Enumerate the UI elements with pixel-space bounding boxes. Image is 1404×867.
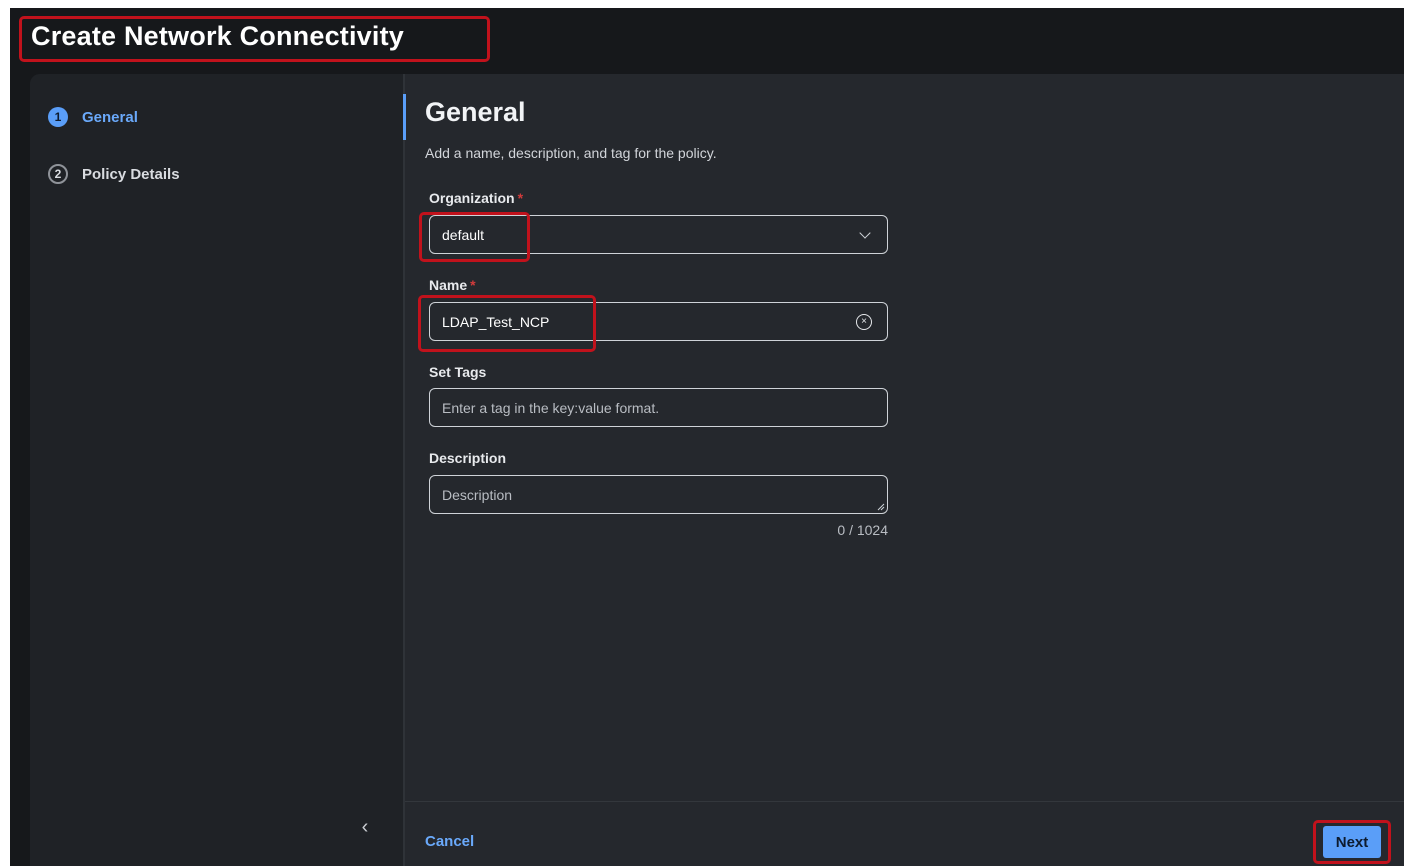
organization-select[interactable]: default — [429, 215, 888, 254]
section-subtitle: Add a name, description, and tag for the… — [425, 145, 717, 161]
step-label: General — [82, 108, 138, 126]
next-button[interactable]: Next — [1323, 826, 1381, 858]
description-label: Description — [429, 450, 507, 466]
organization-label-text: Organization — [429, 190, 515, 206]
character-counter: 0 / 1024 — [837, 522, 888, 538]
step-content: General Add a name, description, and tag… — [403, 74, 1404, 866]
step-policy-details[interactable]: 2 Policy Details — [48, 164, 180, 184]
name-label-text: Name — [429, 277, 468, 293]
organization-value: default — [442, 226, 485, 243]
page-title: Create Network Connectivity — [31, 21, 404, 51]
required-mark: * — [517, 190, 524, 206]
chevron-left-icon[interactable]: ‹ — [354, 816, 376, 838]
name-value: LDAP_Test_NCP — [442, 313, 550, 330]
name-label: Name * — [429, 277, 476, 293]
tags-label: Set Tags — [429, 364, 487, 380]
step-number: 2 — [48, 164, 68, 184]
resize-grip-icon[interactable] — [877, 503, 885, 511]
organization-label: Organization * — [429, 190, 523, 206]
clear-icon[interactable]: × — [856, 313, 872, 330]
tags-input[interactable]: Enter a tag in the key:value format. — [429, 388, 888, 427]
step-label: Policy Details — [82, 165, 180, 183]
tags-placeholder: Enter a tag in the key:value format. — [442, 399, 660, 416]
step-general[interactable]: 1 General — [48, 107, 138, 127]
wizard-stepper: 1 General 2 Policy Details ‹ — [30, 74, 403, 866]
description-placeholder: Description — [442, 486, 513, 503]
chevron-down-icon — [859, 226, 871, 239]
cancel-button[interactable]: Cancel — [425, 833, 474, 850]
required-mark: * — [470, 277, 476, 293]
wizard-footer: Cancel Next — [405, 801, 1404, 867]
wizard-card: 1 General 2 Policy Details ‹ General Add… — [30, 74, 1404, 866]
description-textarea[interactable]: Description — [429, 475, 888, 514]
name-input[interactable]: LDAP_Test_NCP × — [429, 302, 888, 341]
section-title: General — [425, 97, 526, 127]
active-indicator — [403, 94, 406, 140]
step-number: 1 — [48, 107, 68, 127]
